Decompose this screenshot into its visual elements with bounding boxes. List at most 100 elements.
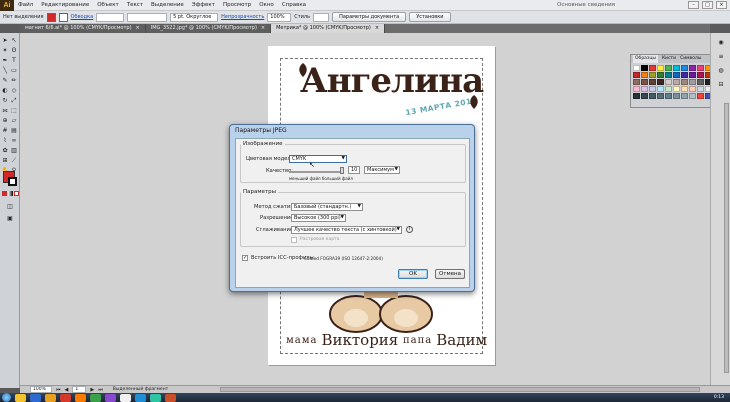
- tab-close-icon[interactable]: ×: [136, 25, 140, 31]
- minimize-icon[interactable]: –: [688, 1, 699, 9]
- swatch[interactable]: [657, 79, 664, 85]
- swatch[interactable]: [697, 72, 704, 78]
- preferences-button[interactable]: Установки: [409, 12, 451, 22]
- swatch[interactable]: [673, 86, 680, 92]
- swatch[interactable]: [673, 93, 680, 99]
- swatch[interactable]: [697, 86, 704, 92]
- swatch[interactable]: [657, 72, 664, 78]
- rectangle-tool-icon[interactable]: ▭: [10, 67, 18, 75]
- blend-tool-icon[interactable]: ∞: [10, 137, 18, 145]
- swatch[interactable]: [673, 79, 680, 85]
- taskbar-app-icon[interactable]: [105, 393, 116, 402]
- stroke-width-input[interactable]: [96, 12, 125, 22]
- swatch[interactable]: [665, 79, 672, 85]
- menu-file[interactable]: Файл: [14, 0, 37, 11]
- swatch[interactable]: [641, 79, 648, 85]
- swatch[interactable]: [689, 86, 696, 92]
- swatch[interactable]: [649, 86, 656, 92]
- menu-object[interactable]: Объект: [93, 0, 123, 11]
- swatch[interactable]: [681, 65, 688, 71]
- tab-symbols[interactable]: Символы: [680, 55, 701, 63]
- swatch[interactable]: [689, 72, 696, 78]
- last-artboard-icon[interactable]: ⏭: [98, 387, 103, 393]
- info-icon[interactable]: i: [406, 226, 413, 233]
- menu-type[interactable]: Текст: [123, 0, 147, 11]
- mesh-tool-icon[interactable]: #: [1, 127, 9, 135]
- artboard-tool-icon[interactable]: ⊞: [1, 157, 9, 165]
- selection-tool-icon[interactable]: ➤: [1, 37, 9, 45]
- prev-artboard-icon[interactable]: ◀: [65, 387, 69, 393]
- swatch[interactable]: [681, 72, 688, 78]
- horizontal-scrollbar[interactable]: [220, 387, 700, 392]
- swatch[interactable]: [657, 93, 664, 99]
- swatch[interactable]: [689, 93, 696, 99]
- slice-tool-icon[interactable]: ⟋: [10, 157, 18, 165]
- swatch[interactable]: [633, 93, 640, 99]
- father-name[interactable]: Вадим: [436, 331, 487, 349]
- swatch[interactable]: [641, 72, 648, 78]
- tab-close-icon[interactable]: ×: [261, 25, 265, 31]
- tab-document-2[interactable]: IMG_3522.jpg* @ 100% (CMYK/Просмотр) ×: [145, 24, 272, 33]
- swatch[interactable]: [665, 72, 672, 78]
- lasso-tool-icon[interactable]: ʘ: [10, 47, 18, 55]
- brush-tool-icon[interactable]: ✎: [1, 77, 9, 85]
- rotate-tool-icon[interactable]: ↻: [1, 97, 9, 105]
- align-panel-icon[interactable]: ⊟: [717, 81, 725, 89]
- taskbar-app-icon[interactable]: [150, 393, 161, 402]
- close-icon[interactable]: ×: [716, 1, 727, 9]
- free-transform-tool-icon[interactable]: ⬚: [10, 107, 18, 115]
- blob-brush-tool-icon[interactable]: ◐: [1, 87, 9, 95]
- swatch[interactable]: [641, 86, 648, 92]
- stroke-swatch[interactable]: [58, 12, 68, 22]
- workspace-switcher[interactable]: Основные сведения: [557, 2, 615, 8]
- taskbar-app-icon[interactable]: [30, 393, 41, 402]
- cancel-button[interactable]: Отмена: [435, 269, 465, 279]
- swatch[interactable]: [681, 79, 688, 85]
- gradient-mode-icon[interactable]: [8, 191, 13, 196]
- swatch[interactable]: [633, 79, 640, 85]
- swatch[interactable]: [697, 93, 704, 99]
- mother-name[interactable]: Виктория: [321, 331, 398, 349]
- color-mode-icon[interactable]: [2, 191, 7, 196]
- swatch[interactable]: [641, 93, 648, 99]
- line-tool-icon[interactable]: ╲: [1, 67, 9, 75]
- swatch[interactable]: [665, 86, 672, 92]
- menu-view[interactable]: Просмотр: [219, 0, 255, 11]
- swatch[interactable]: [649, 93, 656, 99]
- tab-swatches[interactable]: Образцы: [633, 55, 658, 63]
- resolution-select[interactable]: Высокое (300 ppi) ▼: [291, 214, 346, 222]
- swatch[interactable]: [681, 93, 688, 99]
- tab-document-3[interactable]: Метрика* @ 100% (CMYK/Просмотр) ×: [271, 24, 386, 33]
- menu-edit[interactable]: Редактирование: [37, 0, 93, 11]
- quality-slider-thumb[interactable]: [340, 167, 344, 174]
- menu-select[interactable]: Выделение: [147, 0, 188, 11]
- first-artboard-icon[interactable]: ⏮: [56, 387, 61, 393]
- swatch[interactable]: [633, 86, 640, 92]
- artboard-number-input[interactable]: 1: [72, 386, 87, 393]
- quality-slider[interactable]: [289, 171, 343, 173]
- artboard-name[interactable]: Ангелина: [300, 61, 484, 101]
- shape-builder-tool-icon[interactable]: ⊕: [1, 117, 9, 125]
- start-button-icon[interactable]: [2, 393, 11, 402]
- father-label[interactable]: папа: [403, 335, 432, 346]
- taskbar-app-icon[interactable]: [60, 393, 71, 402]
- next-artboard-icon[interactable]: ▶: [90, 387, 94, 393]
- swatch[interactable]: [657, 86, 664, 92]
- style-select[interactable]: [313, 12, 330, 22]
- swatch[interactable]: [689, 79, 696, 85]
- brush-select[interactable]: 5 pt. Округлое: [170, 12, 219, 22]
- swatch[interactable]: [681, 86, 688, 92]
- fill-swatch[interactable]: [46, 12, 56, 22]
- magic-wand-tool-icon[interactable]: ✶: [1, 47, 9, 55]
- layers-panel-icon[interactable]: ≡: [717, 53, 725, 61]
- taskbar-app-icon[interactable]: [90, 393, 101, 402]
- ok-button[interactable]: OK: [398, 269, 428, 279]
- document-settings-button[interactable]: Параметры документа: [332, 12, 407, 22]
- swatch[interactable]: [649, 65, 656, 71]
- taskbar-app-icon[interactable]: [120, 393, 131, 402]
- taskbar-app-icon[interactable]: [45, 393, 56, 402]
- color-model-select[interactable]: CMYK ▼: [289, 155, 347, 163]
- swatch[interactable]: [665, 93, 672, 99]
- perspective-tool-icon[interactable]: ▱: [10, 117, 18, 125]
- eyedropper-tool-icon[interactable]: ⌇: [1, 137, 9, 145]
